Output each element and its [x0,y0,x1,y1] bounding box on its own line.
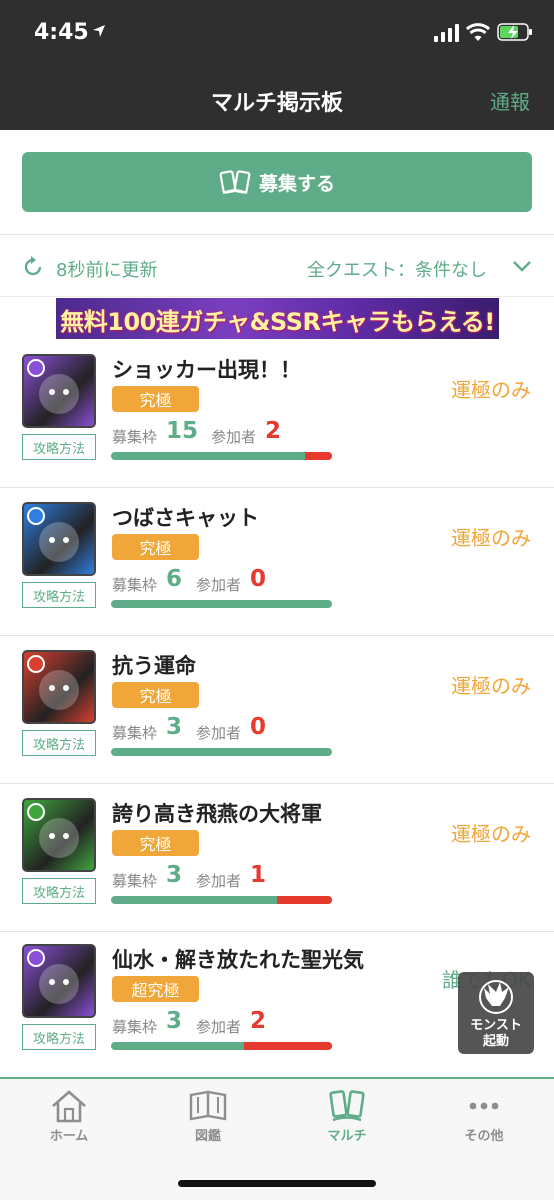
quest-filter-select[interactable]: 全クエスト：条件なし [307,256,487,282]
launch-monst-button[interactable]: モンスト 起動 [458,972,534,1054]
chevron-down-icon[interactable] [511,258,533,274]
banner-text: 無料100連ガチャ&SSRキャラもらえる! [60,308,495,336]
participants-count: 0 [250,714,267,740]
how-to-button[interactable]: 攻略方法 [22,878,96,904]
how-to-button[interactable]: 攻略方法 [22,582,96,608]
quest-row[interactable]: 攻略方法 誇り高き飛燕の大将軍 究極募集枠 3 参加者 1 運極のみ [0,784,554,932]
recruit-progress-bar [111,896,332,904]
home-indicator [178,1180,376,1187]
tab-other-label: その他 [464,1129,504,1144]
wifi-icon [466,23,490,41]
page-title: マルチ掲示板 [210,91,343,116]
quest-title: 誇り高き飛燕の大将軍 [112,802,322,826]
updated-time-text: 8秒前に更新 [56,260,158,281]
participants-label: 参加者 [196,1018,242,1036]
progress-fill [277,896,332,904]
more-icon [469,1102,499,1110]
participants-label: 参加者 [211,428,257,446]
difficulty-badge: 究極 [112,682,199,708]
quest-row[interactable]: 攻略方法 抗う運命究極募集枠 3 参加者 0 運極のみ [0,636,554,784]
join-condition: 運極のみ [451,822,531,846]
difficulty-badge: 究極 [112,534,199,560]
capacity-label: 募集枠 [112,428,158,446]
element-icon [27,949,45,967]
quest-row[interactable]: 攻略方法 つばさキャット 究極募集枠 6 参加者 0 運極のみ [0,488,554,636]
recruit-progress-bar [111,452,332,460]
recruit-button-label: 募集する [258,172,335,195]
monster-avatar [22,502,96,576]
monster-avatar [22,944,96,1018]
recruit-progress-bar [111,600,332,608]
capacity-count: 3 [166,714,183,740]
quest-title: 抗う運命 [112,654,196,678]
nav-bar: マルチ掲示板 通報 [0,70,554,130]
tab-home[interactable]: ホーム [19,1089,119,1144]
home-icon [52,1090,86,1123]
join-condition: 運極のみ [451,526,531,550]
how-to-button[interactable]: 攻略方法 [22,1024,96,1050]
status-time: 4:45 [34,20,89,45]
capacity-label: 募集枠 [112,724,158,742]
promo-banner[interactable]: 無料100連ガチャ&SSRキャラもらえる! [56,298,499,339]
difficulty-badge: 超究極 [112,976,199,1002]
quest-title: 仙水・解き放たれた聖光気 [112,948,364,972]
battery-charging-icon [497,23,532,41]
element-icon [27,655,45,673]
divider [0,234,554,235]
tab-zukan-label: 図鑑 [194,1129,221,1144]
participants-label: 参加者 [196,576,242,594]
quest-row[interactable]: 攻略方法 ショッカー出現！！ 究極募集枠 15 参加者 2 運極のみ [0,340,554,488]
monster-avatar [22,798,96,872]
tab-home-label: ホーム [49,1129,89,1144]
participants-label: 参加者 [196,724,242,742]
cards-icon [219,170,251,195]
launch-label-line1: モンスト [470,1018,522,1033]
join-condition: 運極のみ [451,674,531,698]
how-to-button[interactable]: 攻略方法 [22,730,96,756]
tab-multi-label: マルチ [327,1129,367,1144]
monster-avatar [22,354,96,428]
element-icon [27,507,45,525]
status-bar: 4:45 [0,0,554,70]
tab-multi[interactable]: マルチ [297,1089,397,1144]
cards-icon [329,1090,365,1122]
dragon-icon [479,980,513,1014]
capacity-count: 15 [166,418,199,444]
capacity-label: 募集枠 [112,576,158,594]
capacity-count: 6 [166,566,183,592]
difficulty-badge: 究極 [112,830,199,856]
join-condition: 運極のみ [451,378,531,402]
refresh-icon[interactable] [22,256,44,278]
recruit-progress-bar [111,1042,332,1050]
location-arrow-icon [93,25,105,37]
capacity-label: 募集枠 [112,1018,158,1036]
divider [0,296,554,297]
difficulty-badge: 究極 [112,386,199,412]
monster-avatar [22,650,96,724]
participants-count: 0 [250,566,267,592]
capacity-count: 3 [166,862,183,888]
tab-other[interactable]: その他 [434,1089,534,1144]
tab-zukan[interactable]: 図鑑 [158,1089,258,1144]
participants-count: 2 [250,1008,267,1034]
book-icon [189,1090,227,1121]
quest-title: ショッカー出現！！ [112,358,301,382]
signal-icon [434,24,459,42]
report-button[interactable]: 通報 [490,86,530,115]
element-icon [27,803,45,821]
launch-label-line2: 起動 [482,1034,509,1049]
participants-label: 参加者 [196,872,242,890]
progress-fill [305,452,332,460]
recruit-progress-bar [111,748,332,756]
capacity-count: 3 [166,1008,183,1034]
quest-title: つばさキャット [112,506,259,530]
capacity-label: 募集枠 [112,872,158,890]
how-to-button[interactable]: 攻略方法 [22,434,96,460]
progress-fill [244,1042,332,1050]
recruit-button[interactable]: 募集する [22,152,532,212]
element-icon [27,359,45,377]
participants-count: 1 [250,862,267,888]
participants-count: 2 [265,418,282,444]
